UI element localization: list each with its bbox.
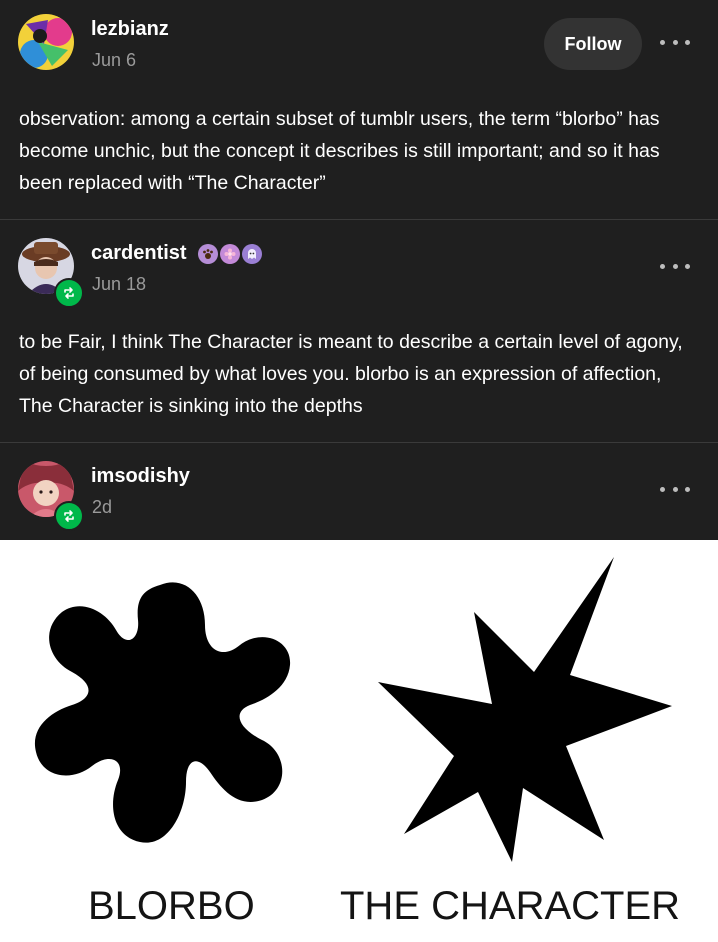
post-lezbianz: lezbianz Jun 6 Follow observation: among… — [0, 0, 718, 219]
blorbo-shape — [34, 582, 291, 843]
the-character-shape — [378, 557, 672, 862]
post-text: observation: among a certain subset of t… — [19, 108, 660, 194]
post-text: to be Fair, I think The Character is mea… — [19, 331, 683, 417]
username[interactable]: cardentist — [91, 242, 187, 265]
follow-button[interactable]: Follow — [544, 18, 642, 70]
post-date[interactable]: Jun 18 — [92, 274, 146, 295]
ghost-badge-icon — [242, 244, 262, 264]
reblog-icon — [54, 278, 84, 308]
the-character-caption: THE CHARACTER — [340, 884, 681, 928]
blorbo-caption: BLORBO — [88, 884, 255, 928]
paw-badge-icon — [198, 244, 218, 264]
post-imsodishy: imsodishy 2d — [0, 447, 718, 540]
more-options-icon[interactable] — [660, 258, 690, 274]
flower-badge-icon — [220, 244, 240, 264]
post-cardentist: cardentist Jun 18 to be Fair, I think Th… — [0, 224, 718, 442]
avatar-lezbianz[interactable] — [18, 14, 74, 70]
post-image[interactable]: BLORBO THE CHARACTER — [0, 540, 718, 942]
post-date[interactable]: Jun 6 — [92, 50, 136, 71]
user-badges[interactable] — [198, 244, 262, 264]
post-header: imsodishy 2d — [0, 447, 718, 535]
post-header: cardentist Jun 18 — [0, 224, 718, 312]
post-header: lezbianz Jun 6 Follow — [0, 0, 718, 88]
reblog-icon — [54, 501, 84, 531]
username[interactable]: lezbianz — [91, 18, 169, 41]
shapes-illustration — [34, 557, 672, 862]
divider — [0, 219, 718, 220]
divider — [0, 442, 718, 443]
more-options-icon[interactable] — [660, 34, 690, 50]
username[interactable]: imsodishy — [91, 465, 190, 488]
avatar-image — [18, 14, 74, 70]
more-options-icon[interactable] — [660, 481, 690, 497]
post-date[interactable]: 2d — [92, 497, 112, 518]
